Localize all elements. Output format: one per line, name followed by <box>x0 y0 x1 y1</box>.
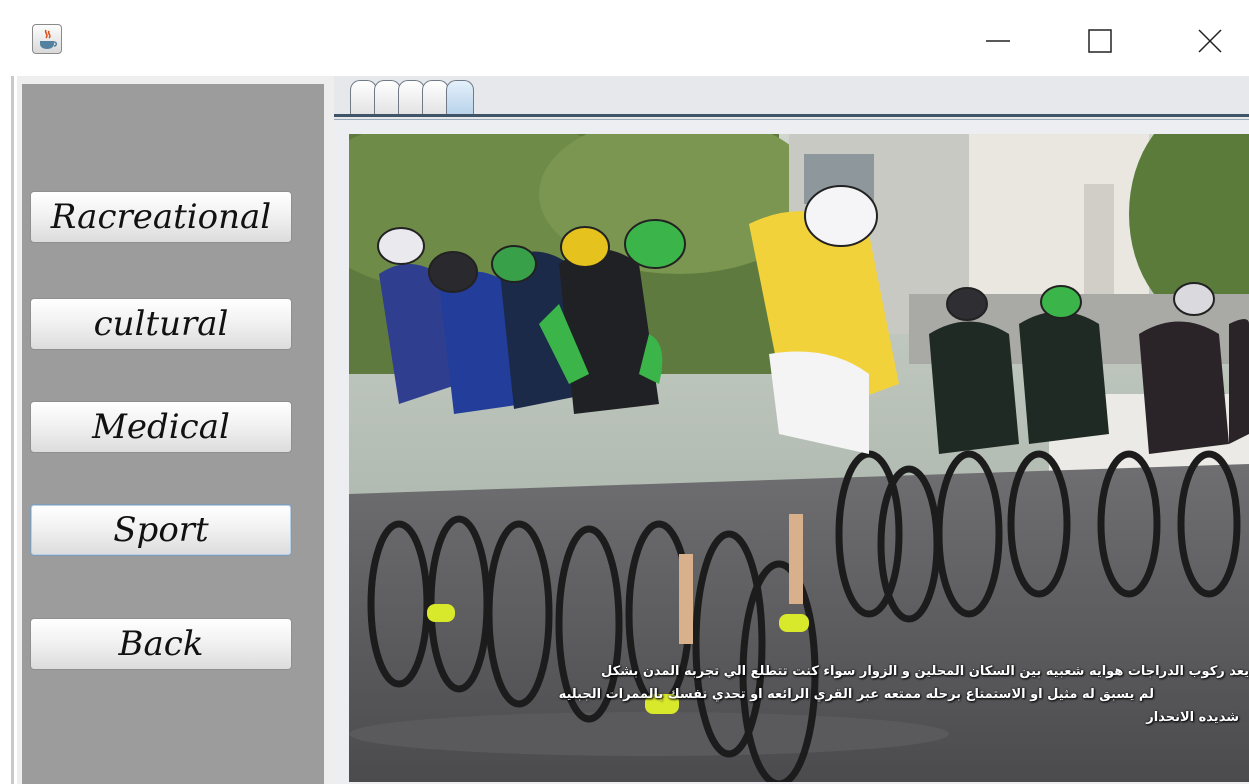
tab-5[interactable] <box>446 80 474 114</box>
caption-line-1: يعد ركوب الدراجات هوايه شعبيه بين السكان… <box>601 664 1249 679</box>
minimize-button[interactable] <box>975 18 1021 62</box>
window-left-border <box>0 0 14 784</box>
racreational-button[interactable]: Racreational <box>30 191 292 243</box>
sport-description-text: يعد ركوب الدراجات هوايه شعبيه بين السكان… <box>349 660 1249 729</box>
tab-3[interactable] <box>398 80 425 114</box>
cultural-button[interactable]: cultural <box>30 298 292 350</box>
maximize-button[interactable] <box>1077 18 1123 62</box>
tab-4[interactable] <box>422 80 449 114</box>
close-icon <box>1198 29 1222 53</box>
tab-1[interactable] <box>350 80 377 114</box>
medical-button[interactable]: Medical <box>30 401 292 453</box>
maximize-icon <box>1088 29 1112 53</box>
sport-button[interactable]: Sport <box>30 504 292 556</box>
back-button[interactable]: Back <box>30 618 292 670</box>
close-button[interactable] <box>1187 18 1233 62</box>
title-bar[interactable] <box>0 0 1249 76</box>
tab-divider <box>334 114 1249 117</box>
minimize-icon <box>986 40 1010 42</box>
java-coffee-cup-icon[interactable] <box>32 24 62 54</box>
caption-line-2: لم يسبق له مثيل او الاستمتاع برحله ممتعه… <box>558 687 1154 702</box>
tab-2[interactable] <box>374 80 401 114</box>
caption-line-3: شديده الانحدار <box>1146 710 1239 725</box>
